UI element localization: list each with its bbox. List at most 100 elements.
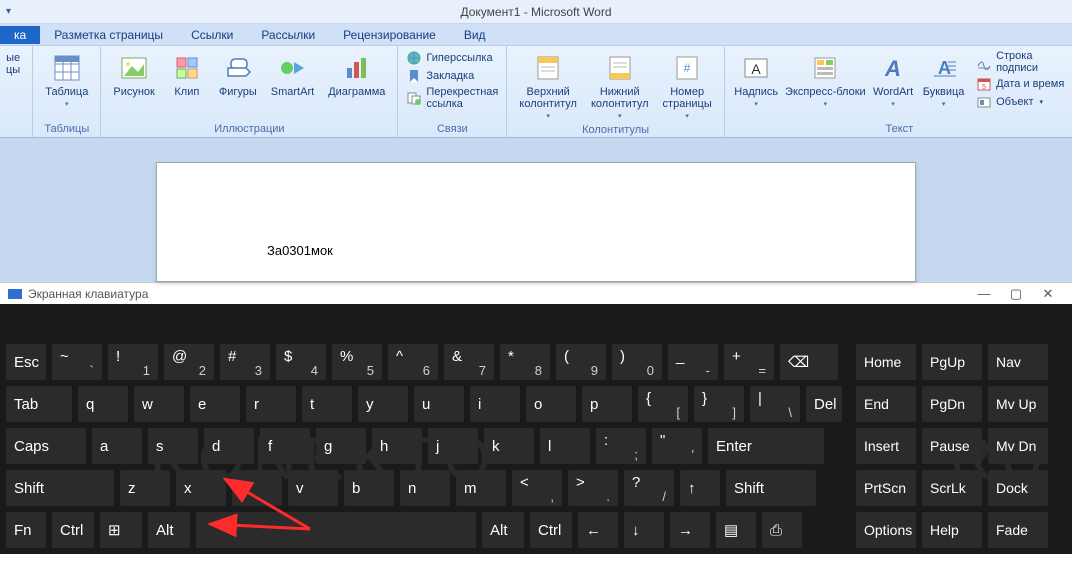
key-q[interactable]: q [78,386,128,422]
key-n[interactable]: n [400,470,450,506]
ribbon-btn-textbox[interactable]: A Надпись ▾ [733,50,780,110]
key-u[interactable]: u [414,386,464,422]
key-j[interactable]: j [428,428,478,464]
key-7[interactable]: &7 [444,344,494,380]
key-y[interactable]: y [358,386,408,422]
key-v[interactable]: v [288,470,338,506]
key-fn[interactable]: Fn [6,512,46,548]
key-.[interactable]: >. [568,470,618,506]
key-k[interactable]: k [484,428,534,464]
key-8[interactable]: *8 [500,344,550,380]
key-shift[interactable]: Shift [6,470,114,506]
key-i[interactable]: i [470,386,520,422]
key-w[interactable]: w [134,386,184,422]
ribbon-btn-dropcap[interactable]: A Буквица ▾ [921,50,966,110]
key-dock[interactable]: Dock [988,470,1048,506]
ribbon-btn-crossref[interactable]: Перекрестная ссылка [406,86,498,110]
ribbon-btn-bookmark[interactable]: Закладка [406,68,498,84]
key-s[interactable]: s [148,428,198,464]
key-;[interactable]: :; [596,428,646,464]
key-[[interactable]: {[ [638,386,688,422]
key-=[interactable]: += [724,344,774,380]
key-⎙[interactable]: ⎙ [762,512,802,548]
ribbon-btn-footer[interactable]: Нижний колонтитул ▾ [587,50,653,122]
ribbon-btn-shapes[interactable]: Фигуры [215,50,261,100]
ribbon-tab-review[interactable]: Рецензирование [329,26,450,44]
key-prtscn[interactable]: PrtScn [856,470,916,506]
key-5[interactable]: %5 [332,344,382,380]
document-area[interactable]: За0301мок [0,138,1072,282]
key-g[interactable]: g [316,428,366,464]
key-pgup[interactable]: PgUp [922,344,982,380]
key--[interactable]: _- [668,344,718,380]
key-end[interactable]: End [856,386,916,422]
key-enter[interactable]: Enter [708,428,824,464]
key-tab[interactable]: Tab [6,386,72,422]
key-⊞[interactable]: ⊞ [100,512,142,548]
key-ctrl[interactable]: Ctrl [530,512,572,548]
key-mv-up[interactable]: Mv Up [988,386,1048,422]
ribbon-btn-quickparts[interactable]: Экспресс-блоки ▾ [786,50,865,110]
qat-dropdown-icon[interactable]: ▾ [6,6,11,17]
key-z[interactable]: z [120,470,170,506]
ribbon-btn-header[interactable]: Верхний колонтитул ▾ [515,50,581,122]
ribbon-btn-signature[interactable]: Строка подписи [976,50,1066,74]
key-f[interactable]: f [260,428,310,464]
ribbon-tab-active[interactable]: ка [0,26,40,44]
ribbon-btn-chart[interactable]: Диаграмма [324,50,389,100]
key-pause[interactable]: Pause [922,428,982,464]
ribbon-btn-table[interactable]: Таблица ▾ [41,50,92,110]
ribbon-tab-layout[interactable]: Разметка страницы [40,26,177,44]
key-↑[interactable]: ↑ [680,470,720,506]
key-r[interactable]: r [246,386,296,422]
ribbon-tab-view[interactable]: Вид [450,26,500,44]
ribbon-btn-partial[interactable]: ые цы [2,50,24,78]
key-\[interactable]: |\ [750,386,800,422]
key-nav[interactable]: Nav [988,344,1048,380]
key-▤[interactable]: ▤ [716,512,756,548]
key-scrlk[interactable]: ScrLk [922,470,982,506]
key-/[interactable]: ?/ [624,470,674,506]
key-t[interactable]: t [302,386,352,422]
key-a[interactable]: a [92,428,142,464]
key-`[interactable]: ~` [52,344,102,380]
key-mv-dn[interactable]: Mv Dn [988,428,1048,464]
ribbon-btn-object[interactable]: Объект ▾ [976,94,1066,110]
key-x[interactable]: x [176,470,226,506]
key-pgdn[interactable]: PgDn [922,386,982,422]
key-insert[interactable]: Insert [856,428,916,464]
key-caps[interactable]: Caps [6,428,86,464]
key-6[interactable]: ^6 [388,344,438,380]
key-d[interactable]: d [204,428,254,464]
key-2[interactable]: @2 [164,344,214,380]
key-e[interactable]: e [190,386,240,422]
key-m[interactable]: m [456,470,506,506]
key-o[interactable]: o [526,386,576,422]
ribbon-btn-clip[interactable]: Клип [165,50,209,100]
ribbon-btn-smartart[interactable]: SmartArt [267,50,318,100]
key-][interactable]: }] [694,386,744,422]
key-fade[interactable]: Fade [988,512,1048,548]
key-help[interactable]: Help [922,512,982,548]
key-[interactable] [196,512,476,548]
ribbon-btn-picture[interactable]: Рисунок [109,50,159,100]
osk-minimize-button[interactable]: — [968,286,1000,301]
key-esc[interactable]: Esc [6,344,46,380]
key-home[interactable]: Home [856,344,916,380]
key-c[interactable]: c [232,470,282,506]
ribbon-tab-references[interactable]: Ссылки [177,26,247,44]
ribbon-btn-pagenumber[interactable]: # Номер страницы ▾ [659,50,716,122]
key-4[interactable]: $4 [276,344,326,380]
key-shift[interactable]: Shift [726,470,816,506]
key-0[interactable]: )0 [612,344,662,380]
ribbon-btn-wordart[interactable]: A WordArt ▾ [871,50,915,110]
key-alt[interactable]: Alt [482,512,524,548]
key-del[interactable]: Del [806,386,842,422]
key-→[interactable]: → [670,512,710,548]
osk-maximize-button[interactable]: ▢ [1000,286,1032,302]
osk-close-button[interactable]: ✕ [1032,286,1064,302]
key-b[interactable]: b [344,470,394,506]
ribbon-tab-mailings[interactable]: Рассылки [247,26,329,44]
ribbon-btn-hyperlink[interactable]: Гиперссылка [406,50,498,66]
key-alt[interactable]: Alt [148,512,190,548]
